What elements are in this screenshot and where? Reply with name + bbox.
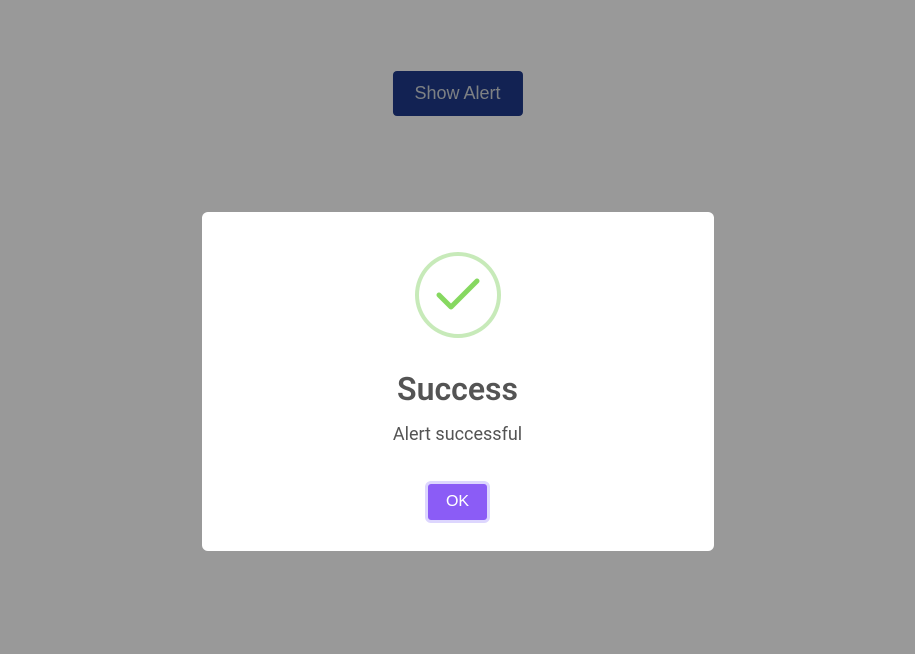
ok-button[interactable]: OK (425, 481, 490, 523)
modal-message: Alert successful (232, 424, 684, 445)
success-modal: Success Alert successful OK (202, 212, 714, 551)
success-icon (415, 252, 501, 338)
modal-title: Success (232, 370, 684, 408)
